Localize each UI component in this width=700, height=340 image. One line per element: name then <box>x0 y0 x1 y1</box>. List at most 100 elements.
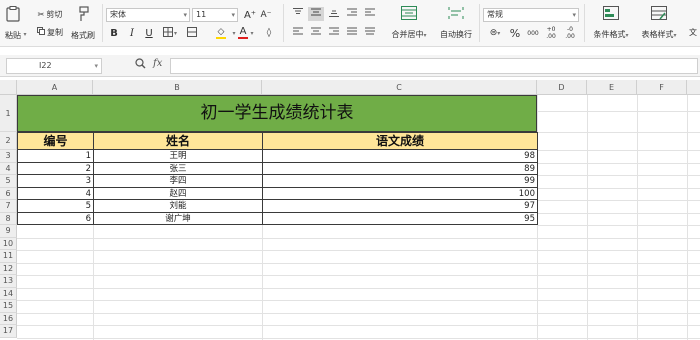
table-style-button[interactable]: 表格样式▾ <box>636 4 682 42</box>
text-tools-button[interactable]: 文 <box>686 24 700 40</box>
gridline <box>537 150 700 151</box>
chevron-down-icon: ▾ <box>497 29 501 37</box>
gridline <box>17 262 700 264</box>
clear-format-button[interactable]: ◊ <box>263 26 275 40</box>
merge-cells-icon-button[interactable] <box>186 26 198 40</box>
copy-button[interactable]: 复制 <box>33 26 67 38</box>
orientation-button[interactable] <box>363 8 377 20</box>
column-header-e[interactable]: E <box>587 80 637 95</box>
cell-score[interactable]: 98 <box>263 150 538 163</box>
merge-center-button[interactable]: 合并居中▾ <box>385 4 433 42</box>
paste-button[interactable]: 粘贴 <box>2 4 24 42</box>
row-header-7[interactable]: 7 <box>0 200 17 213</box>
row-header-14[interactable]: 14 <box>0 287 17 300</box>
wrap-text-button[interactable]: 自动换行 <box>437 4 475 42</box>
cell-id[interactable]: 5 <box>18 200 94 213</box>
align-right-button[interactable] <box>327 27 341 39</box>
font-color-dropdown[interactable]: ▾ <box>249 26 255 40</box>
grow-font-button[interactable]: A⁺ <box>243 8 257 22</box>
row-header-16[interactable]: 16 <box>0 312 17 325</box>
cell-score[interactable]: 99 <box>263 175 538 188</box>
font-size-select[interactable]: 11 ▾ <box>192 8 238 22</box>
currency-button[interactable]: ⊜ ▾ <box>485 26 505 40</box>
italic-button[interactable]: I <box>126 26 138 40</box>
align-top-button[interactable] <box>291 8 305 20</box>
cell-id[interactable]: 3 <box>18 175 94 188</box>
row-header-12[interactable]: 12 <box>0 262 17 275</box>
cell-id[interactable]: 2 <box>18 162 94 175</box>
cell-score[interactable]: 95 <box>263 212 538 225</box>
header-cell-chinese-score[interactable]: 语文成绩 <box>262 132 538 150</box>
row-header-4[interactable]: 4 <box>0 162 17 175</box>
row-header-15[interactable]: 15 <box>0 300 17 313</box>
cell-id[interactable]: 1 <box>18 150 94 163</box>
cell-name[interactable]: 张三 <box>94 162 263 175</box>
title-cell[interactable]: 初一学生成绩统计表 <box>17 95 537 132</box>
row-header-2[interactable]: 2 <box>0 132 17 150</box>
align-left-button[interactable] <box>291 27 305 39</box>
cell-score[interactable]: 97 <box>263 200 538 213</box>
column-header-f[interactable]: F <box>637 80 687 95</box>
insert-function-button[interactable]: fx <box>153 58 162 69</box>
align-middle-button[interactable] <box>308 7 324 21</box>
divider <box>479 4 480 42</box>
column-header-c[interactable]: C <box>262 80 537 95</box>
paste-dropdown-button[interactable]: ▾ <box>22 29 28 39</box>
increase-decimal-button[interactable]: +0 .00 <box>543 25 559 41</box>
number-format-select[interactable]: 常规 ▾ <box>483 8 579 22</box>
decrease-decimal-button[interactable]: -0 .00 <box>562 25 578 41</box>
gridline <box>17 325 700 326</box>
column-header-a[interactable]: A <box>17 80 93 95</box>
header-cell-name[interactable]: 姓名 <box>93 132 263 150</box>
cell-name[interactable]: 赵四 <box>94 187 263 200</box>
header-cell-id[interactable]: 编号 <box>17 132 94 150</box>
bold-button[interactable]: B <box>108 26 120 40</box>
cell-id[interactable]: 6 <box>18 212 94 225</box>
row-header-13[interactable]: 13 <box>0 275 17 288</box>
select-all-corner[interactable] <box>0 80 17 95</box>
borders-button[interactable]: ▾ <box>160 26 180 40</box>
cell-id[interactable]: 4 <box>18 187 94 200</box>
cell-name[interactable]: 李四 <box>94 175 263 188</box>
row-header-3[interactable]: 3 <box>0 150 17 163</box>
column-header-b[interactable]: B <box>93 80 262 95</box>
row-header-9[interactable]: 9 <box>0 225 17 238</box>
conditional-format-button[interactable]: 条件格式▾ <box>588 4 634 42</box>
format-painter-button[interactable]: 格式刷 <box>68 4 98 42</box>
format-painter-icon <box>77 5 89 25</box>
row-header-5[interactable]: 5 <box>0 175 17 188</box>
spreadsheet-grid[interactable]: A B C D E F 1 2 3 4 5 6 7 8 9 10 11 12 1… <box>0 80 700 340</box>
align-left-icon <box>293 27 303 39</box>
row-header-10[interactable]: 10 <box>0 237 17 250</box>
cell-name[interactable]: 王明 <box>94 150 263 163</box>
row-header-6[interactable]: 6 <box>0 187 17 200</box>
cell-name[interactable]: 谢广坤 <box>94 212 263 225</box>
row-header-8[interactable]: 8 <box>0 212 17 225</box>
zoom-icon[interactable] <box>135 58 146 72</box>
font-color-button[interactable]: A <box>237 26 249 40</box>
fill-color-button[interactable]: ◇ <box>211 26 231 40</box>
thousands-button[interactable]: 000 <box>526 26 540 40</box>
cut-button[interactable]: ✂ 剪切 <box>33 8 67 20</box>
shrink-font-button[interactable]: A⁻ <box>259 8 273 22</box>
row-header-17[interactable]: 17 <box>0 325 17 338</box>
column-header-d[interactable]: D <box>537 80 587 95</box>
cell-score[interactable]: 100 <box>263 187 538 200</box>
row-header-1[interactable]: 1 <box>0 95 17 132</box>
indent-button[interactable] <box>345 8 359 20</box>
cell-score[interactable]: 89 <box>263 162 538 175</box>
column-header-g[interactable] <box>687 80 700 95</box>
formula-input[interactable] <box>170 58 698 74</box>
name-box[interactable]: I22 ▾ <box>6 58 102 74</box>
conditional-format-icon <box>603 6 619 23</box>
font-name-select[interactable]: 宋体 ▾ <box>106 8 190 22</box>
align-center-button[interactable] <box>309 27 323 39</box>
divider <box>102 4 103 42</box>
underline-button[interactable]: U <box>143 26 155 40</box>
justify-button[interactable] <box>345 27 359 39</box>
percent-button[interactable]: % <box>508 26 522 40</box>
row-header-11[interactable]: 11 <box>0 250 17 263</box>
cell-name[interactable]: 刘能 <box>94 200 263 213</box>
distributed-button[interactable] <box>363 27 377 39</box>
align-bottom-button[interactable] <box>327 8 341 20</box>
